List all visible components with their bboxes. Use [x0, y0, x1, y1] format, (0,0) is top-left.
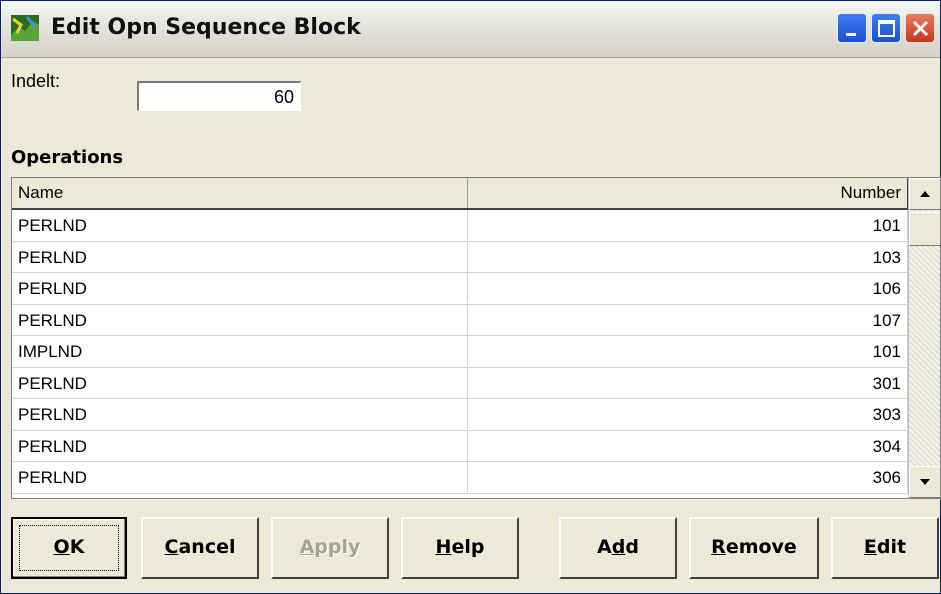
- table-row[interactable]: PERLND 303: [12, 399, 908, 431]
- operations-label: Operations: [11, 147, 124, 168]
- help-label-post: elp: [451, 536, 485, 558]
- apply-label-post: pply: [314, 536, 361, 558]
- row-number-cell[interactable]: 304: [468, 430, 908, 461]
- row-number-cell[interactable]: 103: [468, 241, 908, 272]
- apply-label-key: A: [299, 536, 315, 558]
- edit-label-key: E: [863, 536, 877, 558]
- help-label-key: H: [435, 536, 452, 558]
- row-name-cell[interactable]: PERLND: [12, 304, 468, 335]
- row-name-cell[interactable]: PERLND: [12, 367, 468, 398]
- table-row[interactable]: IMPLND 101: [12, 336, 908, 368]
- row-number-cell[interactable]: 303: [468, 399, 908, 429]
- title-bar[interactable]: Edit Opn Sequence Block: [1, 1, 940, 58]
- app-icon: [11, 15, 39, 41]
- table-row[interactable]: PERLND 101: [12, 210, 908, 242]
- vertical-scrollbar[interactable]: [908, 178, 940, 498]
- row-name-cell[interactable]: PERLND: [12, 273, 468, 303]
- ok-button[interactable]: OK: [11, 517, 127, 579]
- scroll-down-button[interactable]: [909, 466, 940, 498]
- table-row[interactable]: PERLND 301: [12, 367, 908, 399]
- remove-label-key: R: [711, 536, 726, 558]
- cancel-label-key: C: [164, 536, 179, 558]
- edit-opn-sequence-dialog: Edit Opn Sequence Block Indelt: Operatio…: [0, 0, 941, 594]
- row-name-cell[interactable]: PERLND: [12, 241, 468, 272]
- indelt-input[interactable]: [137, 81, 301, 111]
- row-name-cell[interactable]: PERLND: [12, 210, 468, 240]
- window-title: Edit Opn Sequence Block: [51, 15, 361, 40]
- edit-button[interactable]: Edit: [831, 517, 939, 579]
- row-name-cell[interactable]: PERLND: [12, 399, 468, 429]
- table-body: PERLND 101 PERLND 103 PERLND 106 PERLND …: [12, 210, 908, 494]
- help-button[interactable]: Help: [401, 517, 519, 579]
- table-header: Name Number: [12, 178, 908, 210]
- add-button[interactable]: Add: [559, 517, 677, 579]
- table-row[interactable]: PERLND 306: [12, 462, 908, 494]
- table-row[interactable]: PERLND 304: [12, 430, 908, 462]
- cancel-button[interactable]: Cancel: [141, 517, 259, 579]
- maximize-icon: [878, 20, 895, 37]
- row-number-cell[interactable]: 301: [468, 367, 908, 398]
- column-header-number[interactable]: Number: [468, 178, 908, 208]
- arrow-down-icon: [920, 479, 930, 485]
- apply-button[interactable]: Apply: [271, 517, 389, 579]
- row-name-cell[interactable]: PERLND: [12, 430, 468, 461]
- maximize-button[interactable]: [871, 13, 901, 43]
- minimize-icon: [846, 33, 856, 36]
- column-header-name[interactable]: Name: [12, 178, 468, 208]
- remove-label-post: emove: [725, 536, 797, 558]
- table-row[interactable]: PERLND 106: [12, 273, 908, 305]
- indelt-label: Indelt:: [11, 71, 61, 91]
- remove-button[interactable]: Remove: [689, 517, 819, 579]
- add-label-pre: A: [597, 536, 612, 558]
- minimize-button[interactable]: [837, 13, 867, 43]
- close-icon: [912, 20, 929, 37]
- add-label-key: d: [611, 536, 626, 558]
- focus-rect: [19, 525, 119, 571]
- row-number-cell[interactable]: 101: [468, 210, 908, 240]
- cancel-label-post: ancel: [178, 536, 236, 558]
- scroll-up-button[interactable]: [909, 178, 940, 210]
- add-label-post: d: [625, 536, 639, 558]
- close-button[interactable]: [905, 13, 935, 43]
- row-number-cell[interactable]: 101: [468, 336, 908, 366]
- row-number-cell[interactable]: 306: [468, 462, 908, 492]
- arrow-up-icon: [920, 191, 930, 197]
- edit-label-post: dit: [876, 536, 907, 558]
- row-number-cell[interactable]: 106: [468, 273, 908, 303]
- table-row[interactable]: PERLND 103: [12, 241, 908, 273]
- table-row[interactable]: PERLND 107: [12, 304, 908, 336]
- row-name-cell[interactable]: PERLND: [12, 462, 468, 492]
- row-name-cell[interactable]: IMPLND: [12, 336, 468, 366]
- row-number-cell[interactable]: 107: [468, 304, 908, 335]
- scroll-thumb[interactable]: [909, 212, 940, 246]
- operations-table[interactable]: Name Number PERLND 101 PERLND 103 PERLND…: [11, 177, 941, 499]
